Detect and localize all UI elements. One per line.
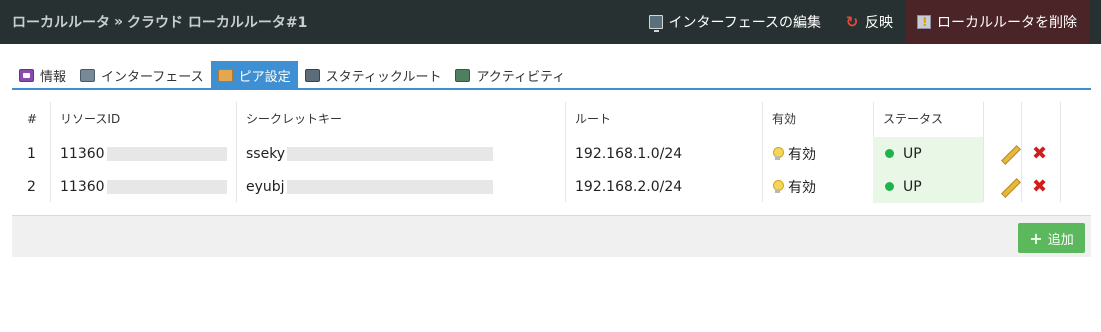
tab-static-route[interactable]: スタティックルート [298, 61, 449, 89]
refresh-icon: ↻ [845, 13, 859, 31]
route-value: 192.168.1.0/24 [575, 145, 683, 162]
tab-static-route-label: スタティックルート [325, 69, 442, 85]
resource-id: 11360 [50, 170, 227, 203]
enabled-cell: 有効 [762, 137, 816, 170]
lightbulb-icon [772, 147, 784, 160]
network-icon [80, 68, 96, 82]
info-icon [19, 68, 34, 82]
col-enabled: 有効 [772, 112, 797, 126]
tab-interface-label: インターフェース [101, 69, 204, 85]
row-number: 1 [27, 145, 36, 162]
pencil-icon [1000, 145, 1018, 163]
close-icon: ✖ [1032, 142, 1048, 164]
resource-id-value: 11360 [60, 178, 105, 195]
tab-peer-settings-label: ピア設定 [238, 69, 291, 85]
delete-router-button[interactable]: ローカルルータを削除 [905, 0, 1089, 44]
breadcrumb-separator: » [114, 14, 124, 30]
secret-key-value: sseky [246, 145, 286, 162]
edit-interface-label: インターフェースの編集 [668, 15, 821, 31]
add-label: 追加 [1047, 232, 1074, 248]
table-row: 1 11360 sseky 192.168.1.0/24 有効 UP ✖ [12, 137, 1091, 170]
redaction [106, 179, 227, 194]
secret-key: sseky [236, 137, 494, 170]
delete-router-label: ローカルルータを削除 [937, 15, 1077, 31]
plus-icon: + [1029, 228, 1043, 248]
status-value: UP [903, 145, 922, 162]
activity-icon [455, 68, 471, 82]
table-footer: + 追加 [12, 215, 1091, 257]
add-button[interactable]: + 追加 [1018, 223, 1085, 253]
breadcrumb: ローカルルータ » クラウド ローカルルータ#1 [12, 0, 307, 44]
tab-bar: 情報 インターフェース ピア設定 スタティックルート アクティビティ [12, 61, 572, 89]
close-icon: ✖ [1032, 175, 1048, 197]
tab-info[interactable]: 情報 [12, 61, 73, 89]
route-value: 192.168.2.0/24 [575, 178, 683, 195]
enabled-value: 有効 [788, 179, 816, 196]
tab-activity[interactable]: アクティビティ [448, 61, 572, 89]
col-status: ステータス [883, 112, 944, 126]
col-resource-id: リソースID [60, 112, 121, 126]
enabled-value: 有効 [788, 146, 816, 163]
table-header: # リソースID シークレットキー ルート 有効 ステータス [12, 102, 1091, 135]
monitor-icon [648, 15, 663, 32]
breadcrumb-current: クラウド ローカルルータ#1 [127, 15, 308, 31]
col-number: # [27, 111, 38, 126]
resource-id-value: 11360 [60, 145, 105, 162]
redaction [106, 146, 227, 161]
top-bar: ローカルルータ » クラウド ローカルルータ#1 インターフェースの編集 ↻ 反… [0, 0, 1101, 44]
edit-button[interactable] [990, 137, 1018, 170]
status-cell: UP [873, 137, 983, 170]
status-value: UP [903, 178, 922, 195]
warning-icon [917, 15, 931, 29]
pencil-icon [1000, 178, 1018, 196]
status-cell: UP [873, 170, 983, 203]
redaction [286, 179, 493, 194]
tab-underline [12, 88, 1091, 90]
delete-button[interactable]: ✖ [1022, 170, 1047, 203]
secret-key: eyubj [236, 170, 493, 203]
breadcrumb-parent[interactable]: ローカルルータ [12, 12, 110, 32]
secret-key-value: eyubj [246, 178, 285, 195]
delete-button[interactable]: ✖ [1022, 137, 1047, 170]
redaction [287, 146, 494, 161]
handshake-icon [217, 68, 233, 82]
edit-button[interactable] [990, 170, 1018, 203]
resource-id: 11360 [50, 137, 227, 170]
tab-peer-settings[interactable]: ピア設定 [210, 61, 298, 89]
status-dot-icon [885, 182, 894, 191]
col-secret-key: シークレットキー [246, 112, 343, 126]
row-number: 2 [27, 178, 36, 195]
apply-label: 反映 [865, 15, 893, 31]
table-row: 2 11360 eyubj 192.168.2.0/24 有効 UP ✖ [12, 170, 1091, 203]
tab-info-label: 情報 [40, 69, 67, 85]
status-dot-icon [885, 149, 894, 158]
lightbulb-icon [772, 180, 784, 193]
tab-activity-label: アクティビティ [476, 69, 566, 85]
header-actions: インターフェースの編集 ↻ 反映 ローカルルータを削除 [637, 0, 1089, 44]
enabled-cell: 有効 [762, 170, 816, 203]
apply-button[interactable]: ↻ 反映 [833, 0, 905, 44]
col-route: ルート [575, 112, 612, 126]
route-icon [304, 68, 320, 82]
edit-interface-button[interactable]: インターフェースの編集 [637, 0, 833, 44]
tab-interface[interactable]: インターフェース [73, 61, 211, 89]
